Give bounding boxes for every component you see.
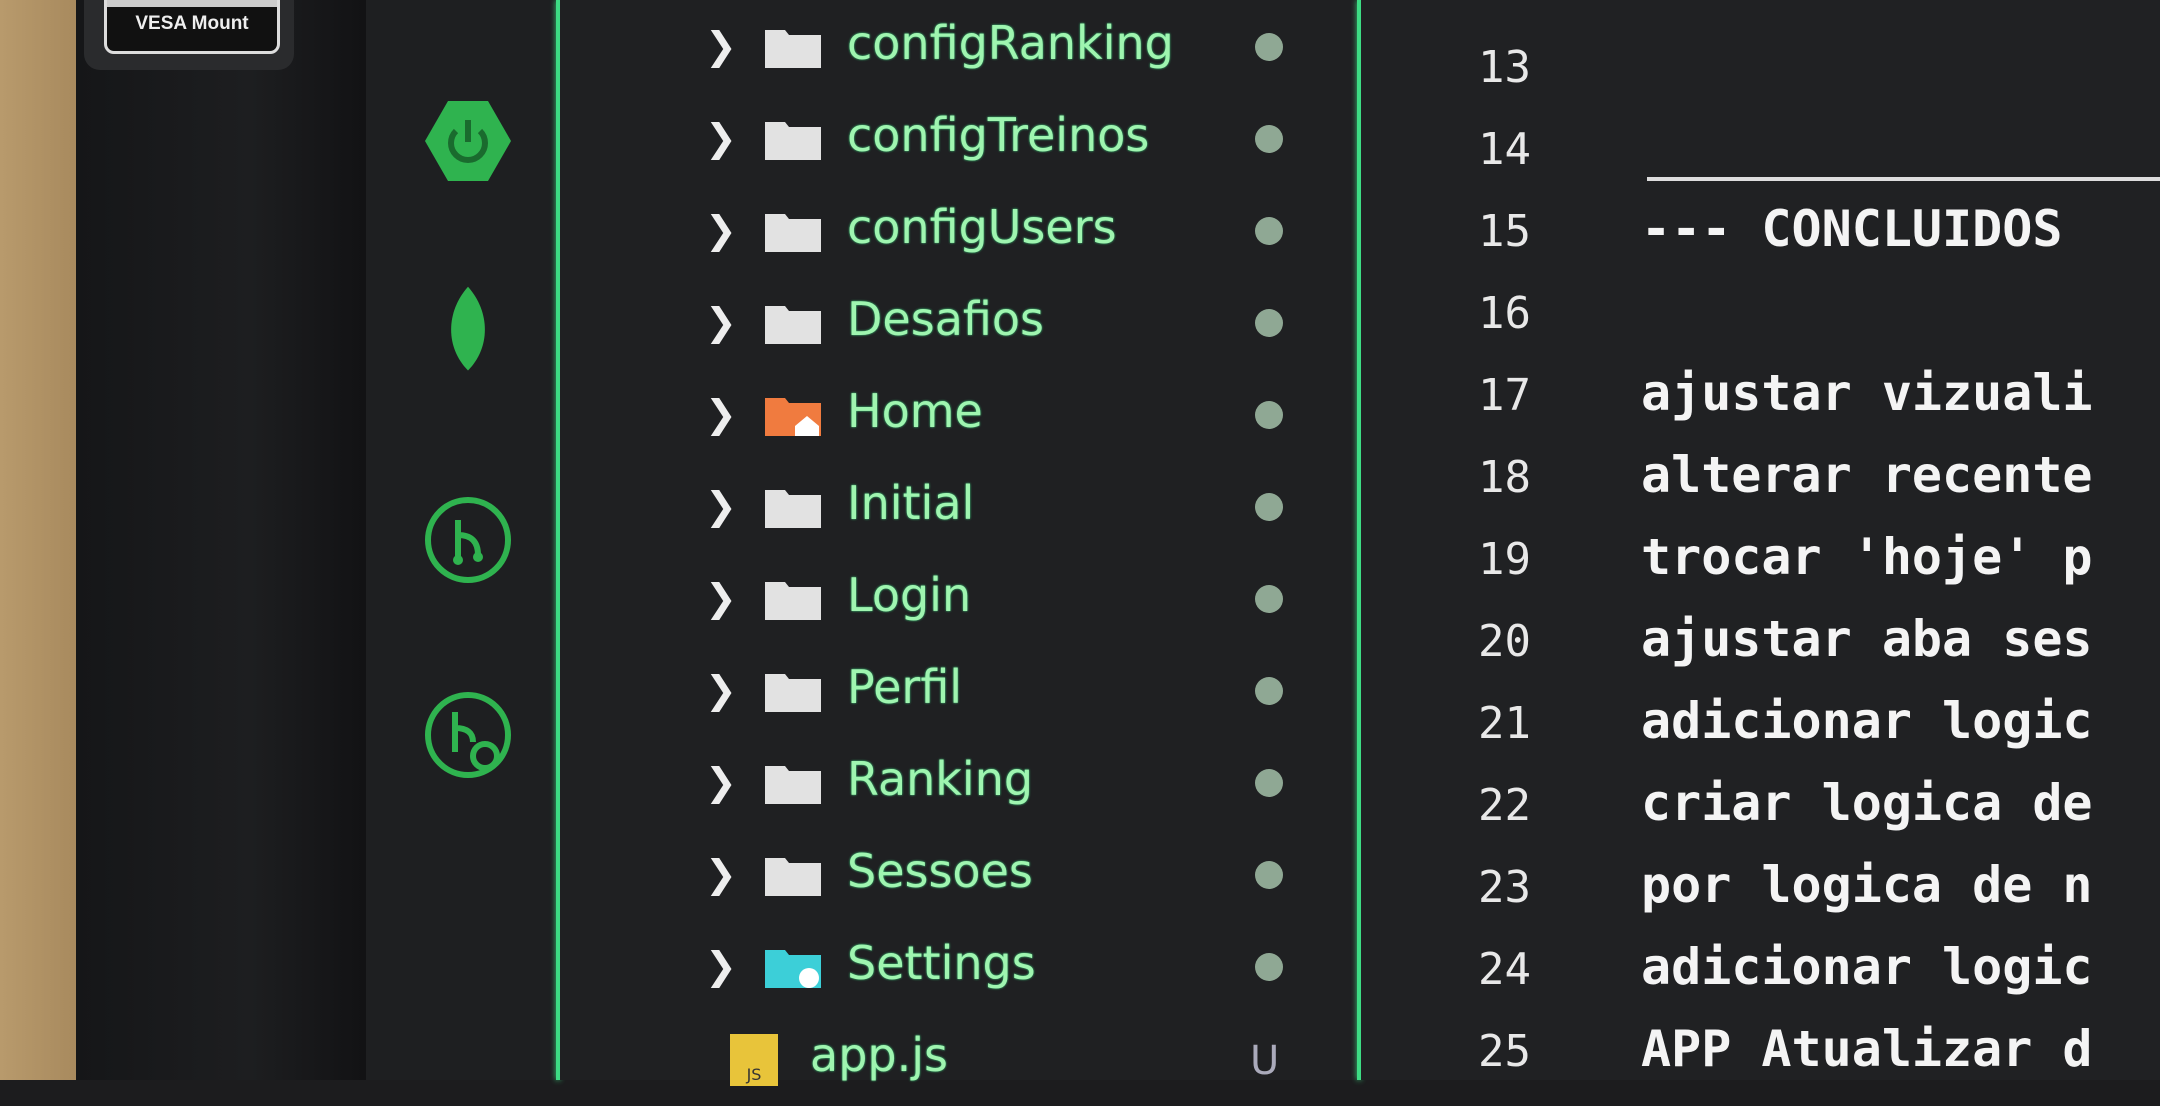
chevron-right-icon[interactable]: ❯ — [705, 944, 737, 988]
horizontal-rule — [1647, 177, 2160, 181]
code-line[interactable]: --- CONCLUIDOS — [1641, 200, 2062, 258]
code-line[interactable]: APP Atualizar d — [1641, 1020, 2093, 1078]
git-status-badge: U — [1250, 1038, 1280, 1084]
explorer-item-login[interactable]: ❯ Login — [560, 554, 1357, 646]
line-number: 13 — [1478, 42, 1531, 93]
code-line[interactable]: adicionar logic — [1641, 938, 2093, 996]
line-number: 21 — [1478, 698, 1531, 749]
line-number: 18 — [1478, 452, 1531, 503]
explorer-item-label: configUsers — [847, 200, 1117, 254]
explorer-item-label: app.js — [810, 1028, 948, 1082]
line-number: 19 — [1478, 534, 1531, 585]
status-dot — [1255, 677, 1283, 705]
code-line[interactable]: ajustar aba ses — [1641, 610, 2093, 668]
folder-icon — [765, 306, 821, 344]
folder-icon — [765, 214, 821, 252]
line-number: 14 — [1478, 124, 1531, 175]
explorer-item-label: Home — [847, 384, 983, 438]
folder-home-icon — [765, 398, 821, 436]
chevron-right-icon[interactable]: ❯ — [705, 668, 737, 712]
svg-text:JS: JS — [746, 1065, 762, 1084]
status-dot — [1255, 493, 1283, 521]
folder-icon — [765, 490, 821, 528]
status-dot — [1255, 309, 1283, 337]
status-dot — [1255, 217, 1283, 245]
line-number: 17 — [1478, 370, 1531, 421]
status-dot — [1255, 585, 1283, 613]
mongodb-leaf-icon[interactable] — [423, 285, 513, 375]
chevron-right-icon[interactable]: ❯ — [705, 392, 737, 436]
chevron-right-icon[interactable]: ❯ — [705, 24, 737, 68]
monitor-bezel — [76, 0, 366, 1080]
folder-icon — [765, 122, 821, 160]
line-number: 16 — [1478, 288, 1531, 339]
line-number: 15 — [1478, 206, 1531, 257]
code-line[interactable]: adicionar logic — [1641, 692, 2093, 750]
git-graph-icon[interactable] — [423, 495, 513, 585]
status-dot — [1255, 33, 1283, 61]
explorer-item-label: Desafios — [847, 292, 1044, 346]
chevron-right-icon[interactable]: ❯ — [705, 116, 737, 160]
chevron-right-icon[interactable]: ❯ — [705, 484, 737, 528]
explorer-item-home[interactable]: ❯ Home — [560, 370, 1357, 462]
code-line[interactable]: criar logica de — [1641, 774, 2093, 832]
line-number: 20 — [1478, 616, 1531, 667]
explorer-item-label: Perfil — [847, 660, 963, 714]
vesa-text: VESA Mount — [135, 13, 249, 34]
chevron-right-icon[interactable]: ❯ — [705, 208, 737, 252]
chevron-right-icon[interactable]: ❯ — [705, 300, 737, 344]
status-dot — [1255, 769, 1283, 797]
folder-icon — [765, 674, 821, 712]
explorer-item-desafios[interactable]: ❯ Desafios — [560, 278, 1357, 370]
explorer-item-label: Settings — [847, 936, 1036, 990]
git-search-icon[interactable] — [423, 690, 513, 780]
line-number: 22 — [1478, 780, 1531, 831]
status-dot — [1255, 401, 1283, 429]
explorer-item-configtreinos[interactable]: ❯ configTreinos — [560, 94, 1357, 186]
explorer-item-configranking[interactable]: ❯ configRanking — [560, 2, 1357, 94]
explorer-item-app-js[interactable]: JS app.js U — [560, 1014, 1357, 1106]
explorer-item-label: Sessoes — [847, 844, 1033, 898]
code-line[interactable]: trocar 'hoje' p — [1641, 528, 2093, 586]
code-line[interactable]: alterar recente — [1641, 446, 2093, 504]
line-number: 24 — [1478, 944, 1531, 995]
folder-icon — [765, 858, 821, 896]
status-dot — [1255, 953, 1283, 981]
explorer-item-configusers[interactable]: ❯ configUsers — [560, 186, 1357, 278]
line-number: 25 — [1478, 1026, 1531, 1077]
explorer-panel: ❯ configRanking ❯ configTreinos ❯ configUsers… — [560, 0, 1357, 1086]
chevron-right-icon[interactable]: ❯ — [705, 852, 737, 896]
folder-settings-icon — [765, 950, 821, 988]
explorer-item-label: configRanking — [847, 16, 1174, 70]
folder-icon — [765, 582, 821, 620]
explorer-item-ranking[interactable]: ❯ Ranking — [560, 738, 1357, 830]
explorer-item-label: Login — [847, 568, 972, 622]
line-number: 23 — [1478, 862, 1531, 913]
code-line[interactable]: por logica de n — [1641, 856, 2093, 914]
code-line[interactable]: ajustar vizuali — [1641, 364, 2093, 422]
chevron-right-icon[interactable]: ❯ — [705, 760, 737, 804]
js-file-icon: JS — [730, 1034, 778, 1086]
status-dot — [1255, 861, 1283, 889]
editor-pane[interactable]: 13 14 15 --- CONCLUIDOS 16 17 ajustar vizuali 1… — [1361, 0, 2160, 1080]
folder-icon — [765, 766, 821, 804]
explorer-item-settings[interactable]: ❯ Settings — [560, 922, 1357, 1014]
folder-icon — [765, 30, 821, 68]
vesa-label: VESA Mount — [104, 0, 280, 54]
explorer-item-initial[interactable]: ❯ Initial — [560, 462, 1357, 554]
chevron-right-icon[interactable]: ❯ — [705, 576, 737, 620]
desk-background — [0, 0, 76, 1080]
spring-boot-icon[interactable] — [423, 96, 513, 186]
explorer-item-perfil[interactable]: ❯ Perfil — [560, 646, 1357, 738]
status-dot — [1255, 125, 1283, 153]
explorer-item-label: Initial — [847, 476, 975, 530]
explorer-item-label: Ranking — [847, 752, 1034, 806]
explorer-item-label: configTreinos — [847, 108, 1150, 162]
explorer-item-sessoes[interactable]: ❯ Sessoes — [560, 830, 1357, 922]
